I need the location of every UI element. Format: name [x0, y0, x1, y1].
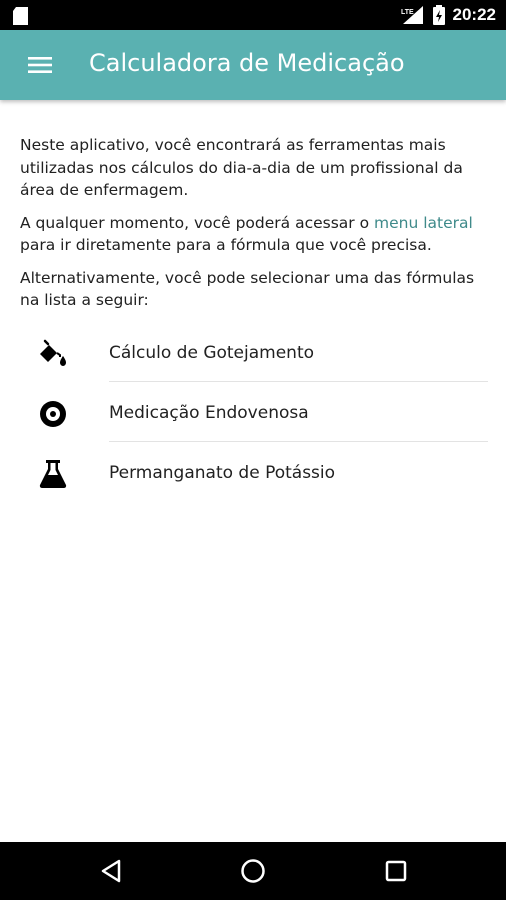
formula-item-permanganato[interactable]: Permanganato de Potássio — [20, 442, 488, 502]
disc-icon — [40, 401, 66, 427]
intro-paragraph-3: Alternativamente, você pode selecionar u… — [20, 268, 475, 310]
formula-item-label: Permanganato de Potássio — [109, 463, 336, 483]
side-menu-link[interactable]: menu lateral — [374, 214, 473, 232]
formula-item-endovenosa[interactable]: Medicação Endovenosa — [20, 382, 488, 442]
app-bar: Calculadora de Medicação — [0, 30, 506, 100]
hamburger-menu-icon — [28, 57, 52, 73]
intro-paragraph-2-start: A qualquer momento, você poderá acessar … — [20, 213, 375, 232]
back-button[interactable] — [71, 842, 151, 900]
sd-card-icon — [13, 7, 28, 25]
drip-bucket-icon — [40, 339, 66, 366]
formula-item-label: Cálculo de Gotejamento — [109, 343, 315, 363]
home-button[interactable] — [213, 842, 293, 900]
formula-list: Cálculo de Gotejamento Medicação Endoven… — [20, 322, 488, 502]
status-icons: LTE 20:22 — [399, 0, 496, 30]
home-circle-icon — [241, 859, 265, 883]
battery-icon — [432, 5, 445, 25]
status-bar: LTE 20:22 — [0, 0, 506, 30]
menu-button[interactable] — [18, 44, 62, 86]
intro-paragraph-1: Neste aplicativo, você encontrará as fer… — [20, 136, 463, 199]
intro-text: Neste aplicativo, você encontrará as fer… — [20, 134, 494, 322]
intro-paragraph-2-end: para ir diretamente para a fórmula que v… — [20, 236, 432, 254]
formula-item-label: Medicação Endovenosa — [109, 403, 309, 423]
formula-item-gotejamento[interactable]: Cálculo de Gotejamento — [20, 322, 488, 382]
recents-button[interactable] — [356, 842, 436, 900]
navigation-bar — [0, 842, 506, 900]
network-type-label: LTE — [401, 9, 414, 16]
flask-icon — [39, 460, 67, 488]
app-title: Calculadora de Medicação — [89, 49, 405, 77]
recents-square-icon — [385, 860, 407, 882]
intro-paragraph-2: A qualquer momento, você poderá acessar … — [20, 212, 494, 257]
signal-icon: LTE — [401, 6, 423, 24]
clock: 20:22 — [452, 5, 496, 24]
back-triangle-icon — [101, 859, 121, 883]
